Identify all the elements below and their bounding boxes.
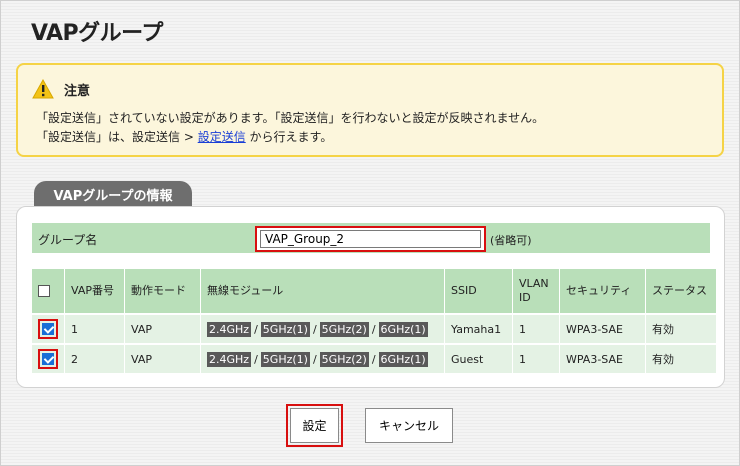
row-checkbox-highlight — [38, 349, 58, 369]
row-checkbox-highlight — [38, 319, 58, 339]
select-all-checkbox[interactable] — [38, 285, 50, 297]
col-ssid: SSID — [444, 269, 513, 314]
ssid: Guest — [444, 343, 513, 373]
table-row: 1 VAP 2.4GHz/5GHz(1)/5GHz(2)/6GHz(1) Yam… — [32, 313, 717, 344]
security: WPA3-SAE — [559, 313, 646, 344]
row-checkbox[interactable] — [42, 323, 54, 335]
module-badge: 6GHz(1) — [378, 351, 428, 367]
cancel-button[interactable]: キャンセル — [365, 408, 453, 443]
col-modules: 無線モジュール — [200, 269, 445, 314]
row-checkbox[interactable] — [42, 353, 54, 365]
status: 有効 — [645, 313, 717, 344]
module-badge: 5GHz(1) — [260, 351, 310, 367]
module-badge: 6GHz(1) — [378, 321, 428, 337]
page-title: VAPグループ — [31, 21, 163, 46]
mode: VAP — [124, 313, 201, 344]
vlan-id: 1 — [512, 313, 560, 344]
select-all-cell — [32, 269, 65, 314]
module-badge: 2.4GHz — [207, 321, 252, 337]
col-mode: 動作モード — [124, 269, 201, 314]
modules-cell: 2.4GHz/5GHz(1)/5GHz(2)/6GHz(1) — [200, 343, 445, 373]
notice-box: 注意 「設定送信」されていない設定があります。「設定送信」を行わないと設定が反映… — [16, 63, 724, 157]
group-name-input[interactable] — [260, 230, 481, 248]
security: WPA3-SAE — [559, 343, 646, 373]
table-header-row: VAP番号 動作モード 無線モジュール SSID VLAN ID セキュリティ … — [32, 269, 717, 314]
col-security: セキュリティ — [559, 269, 646, 314]
modules-cell: 2.4GHz/5GHz(1)/5GHz(2)/6GHz(1) — [200, 313, 445, 344]
notice-title: 注意 — [64, 83, 91, 99]
notice-line-2-prefix: 「設定送信」は、設定送信 > — [36, 130, 198, 144]
mode: VAP — [124, 343, 201, 373]
group-name-highlight — [255, 226, 486, 252]
vap-table: VAP番号 動作モード 無線モジュール SSID VLAN ID セキュリティ … — [32, 269, 717, 373]
module-badge: 5GHz(2) — [319, 351, 369, 367]
col-vap-number: VAP番号 — [64, 269, 125, 314]
table-row: 2 VAP 2.4GHz/5GHz(1)/5GHz(2)/6GHz(1) Gue… — [32, 343, 717, 373]
notice-line-1: 「設定送信」されていない設定があります。「設定送信」を行わないと設定が反映されま… — [36, 111, 545, 125]
notice-line-2: 「設定送信」は、設定送信 > 設定送信 から行えます。 — [36, 128, 332, 145]
vap-number: 2 — [64, 343, 125, 373]
module-badge: 5GHz(1) — [260, 321, 310, 337]
row-select-cell — [32, 313, 65, 344]
status: 有効 — [645, 343, 717, 373]
col-status: ステータス — [645, 269, 717, 314]
ssid: Yamaha1 — [444, 313, 513, 344]
col-vlan-id: VLAN ID — [512, 269, 560, 314]
warning-icon — [32, 79, 54, 99]
optional-note: (省略可) — [490, 234, 532, 247]
section-tab: VAPグループの情報 — [34, 181, 192, 207]
module-badge: 2.4GHz — [207, 351, 252, 367]
notice-line-2-suffix: から行えます。 — [245, 130, 333, 144]
vap-number: 1 — [64, 313, 125, 344]
submit-button[interactable]: 設定 — [290, 408, 339, 443]
group-name-label: グループ名 — [38, 233, 98, 247]
notice-header: 注意 — [32, 79, 90, 99]
vlan-id: 1 — [512, 343, 560, 373]
row-select-cell — [32, 343, 65, 373]
module-badge: 5GHz(2) — [319, 321, 369, 337]
submit-settings-link[interactable]: 設定送信 — [198, 130, 246, 144]
